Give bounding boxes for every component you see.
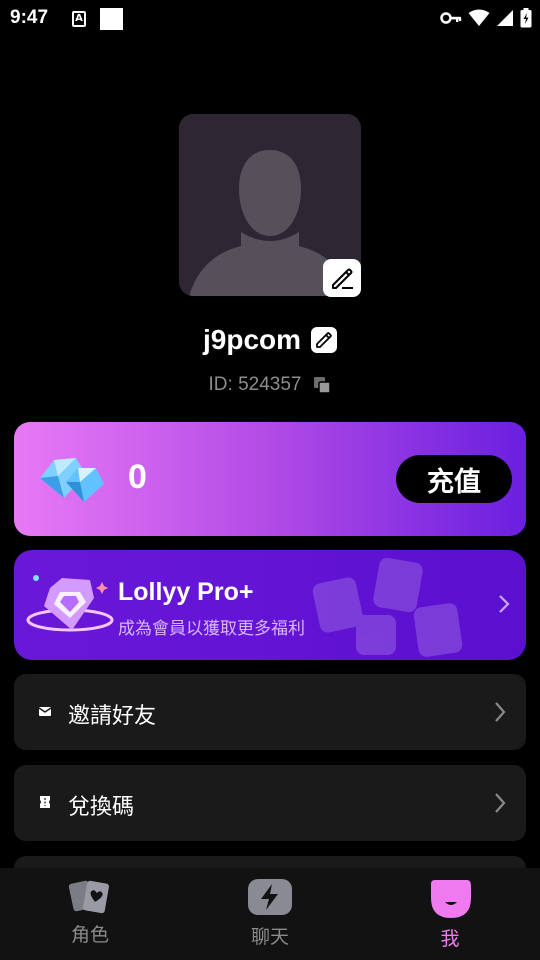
wifi-icon — [468, 9, 490, 26]
copy-icon[interactable] — [313, 376, 332, 394]
pro-membership-card[interactable]: Lollyy Pro+ 成為會員以獲取更多福利 — [14, 550, 526, 660]
menu-item-label: 邀請好友 — [68, 704, 157, 729]
nav-label: 角色 — [70, 924, 109, 946]
status-bar: 9:47 A — [0, 0, 540, 36]
username: j9pcom — [202, 324, 302, 355]
key-icon — [440, 12, 462, 24]
battery-icon — [520, 8, 532, 28]
bottom-nav: 角色 聊天 我 — [0, 868, 540, 960]
smile-face-icon — [431, 880, 471, 918]
balance-value: 0 — [128, 458, 147, 496]
status-time: 9:47 — [10, 7, 49, 28]
signal-icon — [497, 10, 513, 26]
bolt-chat-icon — [248, 879, 292, 915]
balance-card: 0 充值 — [14, 422, 526, 536]
chevron-right-icon — [495, 702, 506, 722]
status-icons — [440, 8, 532, 28]
chevron-right-icon — [495, 793, 506, 813]
nav-tab-characters[interactable]: 角色 — [30, 878, 150, 947]
ticket-icon — [40, 796, 50, 808]
pro-crystal-icon — [26, 575, 114, 632]
notification-square-icon — [100, 8, 123, 30]
user-id-row: ID: 524357 — [0, 374, 540, 396]
username-edit-button[interactable] — [311, 327, 338, 353]
menu-item-label: 兌換碼 — [68, 795, 135, 820]
user-id: ID: 524357 — [208, 374, 302, 395]
pencil-icon — [332, 268, 353, 289]
menu-item-invite-friends[interactable]: 邀請好友 — [14, 674, 526, 750]
accessibility-a-icon: A — [72, 11, 86, 27]
nav-tab-chat[interactable]: 聊天 — [210, 878, 330, 949]
nav-label: 聊天 — [250, 926, 289, 948]
username-row: j9pcom — [0, 324, 540, 356]
menu-item-redeem-code[interactable]: 兌換碼 — [14, 765, 526, 841]
avatar-edit-button[interactable] — [323, 259, 361, 297]
nav-label: 我 — [440, 928, 460, 950]
cards-icon — [68, 880, 109, 914]
decorative-background-icon — [312, 557, 463, 657]
chevron-right-icon — [499, 595, 510, 613]
recharge-button[interactable]: 充值 — [396, 455, 512, 503]
envelope-icon — [38, 707, 52, 716]
pro-title: Lollyy Pro+ — [118, 578, 254, 606]
pro-subtitle: 成為會員以獲取更多福利 — [118, 619, 305, 639]
nav-tab-me[interactable]: 我 — [390, 878, 510, 951]
pencil-icon — [316, 332, 332, 348]
diamond-gems-icon — [40, 458, 104, 502]
